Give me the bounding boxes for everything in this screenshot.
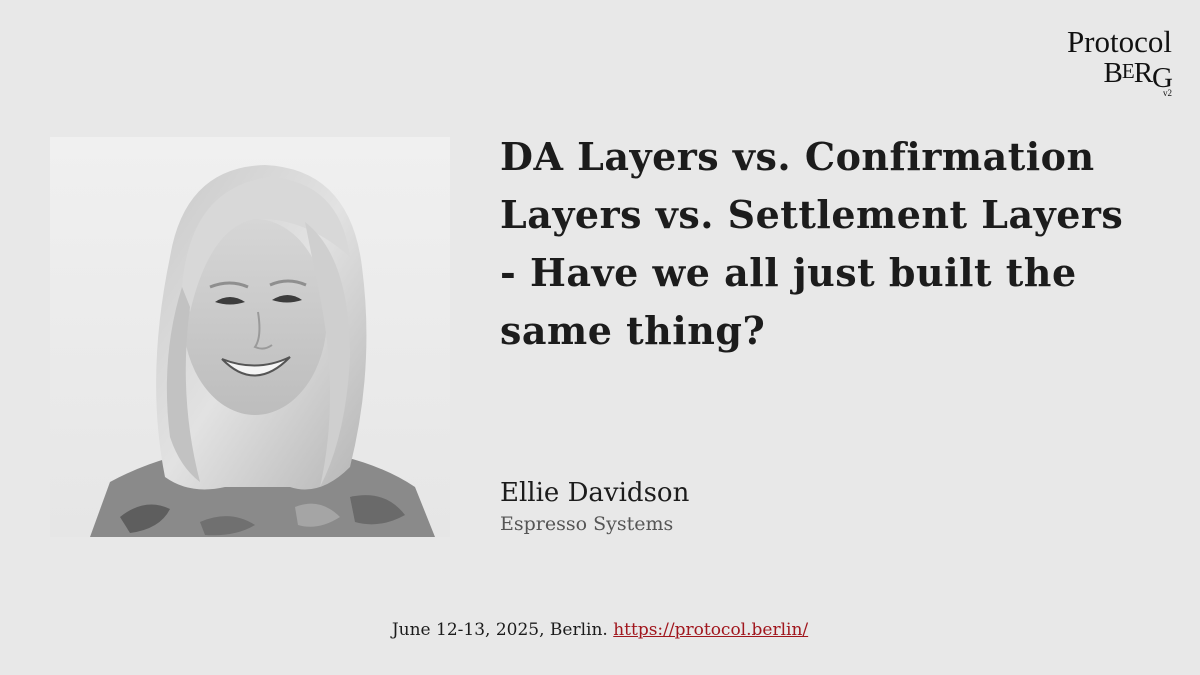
logo-version: v2 bbox=[1163, 88, 1172, 98]
logo-berg-r: R bbox=[1133, 57, 1153, 89]
event-footer: June 12-13, 2025, Berlin. https://protoc… bbox=[0, 618, 1200, 642]
logo-berg-e: E bbox=[1121, 59, 1135, 83]
talk-title: DA Layers vs. Confirmation Layers vs. Se… bbox=[500, 134, 1124, 353]
logo-berg-text: BERG bbox=[1103, 56, 1173, 93]
speaker-organization: Espresso Systems bbox=[500, 513, 674, 535]
logo-protocol-text: Protocol bbox=[1066, 24, 1172, 59]
event-website-link[interactable]: https://protocol.berlin/ bbox=[613, 620, 808, 640]
speaker-photo bbox=[50, 137, 450, 537]
protocol-berg-logo: Protocol BERG v2 bbox=[1042, 24, 1173, 102]
logo-berg-b: B bbox=[1103, 57, 1123, 89]
event-info: June 12-13, 2025, Berlin. bbox=[391, 620, 608, 640]
speaker-name: Ellie Davidson bbox=[500, 478, 690, 508]
